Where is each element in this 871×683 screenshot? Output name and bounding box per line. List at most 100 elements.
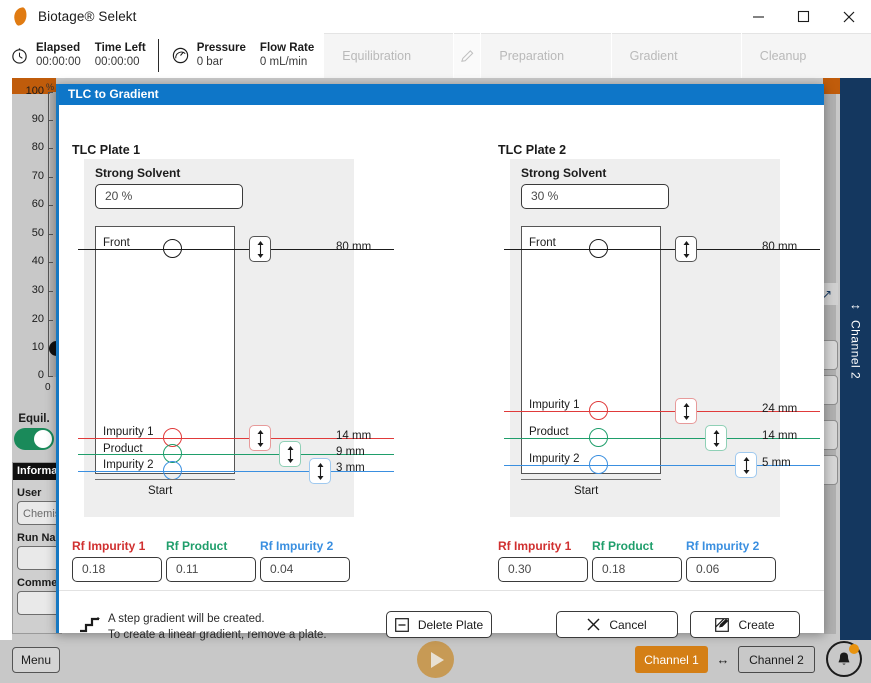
window-controls: [736, 0, 871, 33]
plate-1-drag-handle-product[interactable]: [279, 441, 301, 467]
status-bar: Elapsed 00:00:00 Time Left 00:00:00 Pres…: [0, 33, 871, 78]
axis-origin-label: 0: [45, 382, 51, 393]
plate-1-rf-input-product[interactable]: 0.11: [166, 557, 256, 582]
stage-gradient[interactable]: Gradient: [611, 33, 741, 78]
plate-2-rf-input-impurity-2[interactable]: 0.06: [686, 557, 776, 582]
edit-method-button[interactable]: [454, 33, 481, 78]
metric-label: Pressure: [196, 42, 246, 54]
axis-tick-label: 20: [31, 313, 44, 325]
stage-tabs: Equilibration Preparation Gradient Clean…: [324, 33, 871, 78]
channel-swap-icon[interactable]: ↔: [712, 652, 734, 667]
plate-1-drag-handle-impurity-2[interactable]: [309, 458, 331, 484]
equilibration-toggle-label: Equil.: [18, 413, 50, 425]
axis-tick-label: 30: [31, 284, 44, 296]
plate-2-rf-label-impurity-1: Rf Impurity 1: [498, 539, 572, 553]
stage-label: Preparation: [499, 49, 565, 63]
cancel-button[interactable]: Cancel: [556, 611, 678, 638]
stage-cleanup[interactable]: Cleanup: [741, 33, 871, 78]
minimize-button[interactable]: [736, 0, 781, 33]
run-button[interactable]: [417, 641, 454, 678]
pencil-icon: [461, 49, 474, 62]
plate-2-strong-solvent-input[interactable]: 30 %: [521, 184, 669, 209]
channel-1-tab[interactable]: Channel 1: [635, 646, 708, 673]
note-line-1: A step gradient will be created.: [108, 613, 265, 625]
plate-2-rf-input-impurity-1[interactable]: 0.30: [498, 557, 588, 582]
delete-plate-label: Delete Plate: [417, 617, 484, 632]
gauge-icon: [172, 47, 188, 64]
axis-tick-label: 100: [25, 85, 44, 97]
plate-1-band-label-impurity-1: Impurity 1: [103, 426, 154, 438]
bell-icon: [838, 652, 850, 665]
plate-2-title: TLC Plate 2: [498, 143, 567, 157]
plate-2-band-spot-product: [589, 428, 608, 447]
plate-2-front-label: Front: [529, 237, 556, 249]
equilibration-toggle[interactable]: [14, 428, 54, 450]
axis-tick-label: 0: [37, 369, 44, 381]
metric-time-left: Time Left 00:00:00: [95, 41, 146, 70]
plate-1-title: TLC Plate 1: [72, 143, 141, 157]
metric-value: 0 mL/min: [259, 56, 308, 68]
run-name-label: Run Name: [17, 532, 61, 544]
stage-label: Gradient: [629, 49, 678, 63]
dialog-title: TLC to Gradient: [59, 84, 824, 105]
plate-2-band-label-product: Product: [529, 426, 569, 438]
plate-1-rf-input-impurity-1[interactable]: 0.18: [72, 557, 162, 582]
plate-2-drag-handle-product[interactable]: [705, 425, 727, 451]
metric-label: Flow Rate: [259, 42, 315, 54]
stage-preparation[interactable]: Preparation: [481, 33, 611, 78]
plate-1-rf-input-impurity-2[interactable]: 0.04: [260, 557, 350, 582]
step-gradient-icon: [80, 617, 100, 633]
plate-1-band-spot-impurity-2: [163, 461, 182, 480]
metric-label: Time Left: [94, 42, 146, 54]
plate-2-drag-handle-impurity-1[interactable]: [675, 398, 697, 424]
note-line-2: To create a linear gradient, remove a pl…: [108, 629, 327, 641]
app-window: Biotage® Selekt Elapsed 00:00:00 Time Le…: [0, 0, 871, 683]
plate-2-band-mm-impurity-2: 5 mm: [762, 457, 791, 469]
metric-value: 0 bar: [196, 56, 223, 68]
notifications-button[interactable]: [826, 641, 862, 677]
minus-box-icon: [394, 617, 409, 632]
stage-equilibration[interactable]: Equilibration: [324, 33, 454, 78]
plate-1-band-mm-product: 9 mm: [336, 446, 365, 458]
plate-2-strong-solvent-label: Strong Solvent: [521, 166, 607, 180]
channel-2-tab[interactable]: Channel 2: [738, 646, 815, 673]
axis-tick-label: 50: [31, 227, 44, 239]
time-metrics-group: Elapsed 00:00:00 Time Left 00:00:00: [0, 33, 146, 78]
maximize-button[interactable]: [781, 0, 826, 33]
metric-value: 00:00:00: [94, 56, 140, 68]
metric-elapsed: Elapsed 00:00:00: [36, 41, 81, 70]
close-x-icon: [587, 618, 600, 631]
title-bar: Biotage® Selekt: [0, 0, 871, 33]
plate-1-front-label: Front: [103, 237, 130, 249]
plate-2-band-spot-impurity-1: [589, 401, 608, 420]
delete-plate-button[interactable]: Delete Plate: [386, 611, 492, 638]
menu-button[interactable]: Menu: [12, 647, 60, 673]
plate-2-band-spot-impurity-2: [589, 455, 608, 474]
gradient-percent-axis: % 100 90 80 70 60 50 40 30 20 10 0 0: [12, 82, 64, 402]
plate-1-strong-solvent-input[interactable]: 20 %: [95, 184, 243, 209]
plate-2-drag-handle-impurity-2[interactable]: [735, 452, 757, 478]
user-label: User: [17, 487, 42, 499]
comment-label: Comment: [17, 577, 61, 589]
plate-2-front-drag-handle[interactable]: [675, 236, 697, 262]
plate-2-rf-input-product[interactable]: 0.18: [592, 557, 682, 582]
window-title: Biotage® Selekt: [38, 9, 137, 24]
metric-flow-rate: Flow Rate 0 mL/min: [260, 41, 314, 70]
plate-1-front-drag-handle[interactable]: [249, 236, 271, 262]
dialog-body: TLC Plate 1 Strong Solvent 20 % Front 80…: [59, 105, 824, 641]
plate-1-drag-handle-impurity-1[interactable]: [249, 425, 271, 451]
footer-divider: [59, 590, 824, 591]
play-icon: [431, 651, 444, 668]
information-panel: Information User Chemist Run Name Commen…: [12, 462, 73, 634]
plate-2-front-spot: [589, 239, 608, 258]
axis-tick-label: 40: [31, 255, 44, 267]
close-button[interactable]: [826, 0, 871, 33]
plate-2-front-mm: 80 mm: [762, 241, 798, 253]
create-button[interactable]: Create: [690, 611, 800, 638]
plate-2-band-mm-product: 14 mm: [762, 430, 798, 442]
plate-1-band-label-impurity-2: Impurity 2: [103, 459, 154, 471]
information-panel-header: Information: [13, 463, 61, 480]
stage-label: Equilibration: [342, 49, 412, 63]
axis-tick-label: 90: [31, 113, 44, 125]
cancel-label: Cancel: [609, 617, 647, 632]
